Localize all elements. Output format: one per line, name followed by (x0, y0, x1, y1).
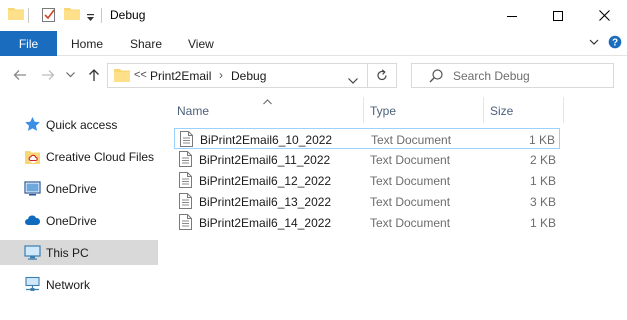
file-type: Text Document (370, 195, 451, 209)
file-row[interactable]: BiPrint2Email6_11_2022 Text Document 2 K… (174, 149, 560, 170)
network-icon (24, 276, 41, 293)
maximize-icon (553, 10, 563, 21)
computer-icon (24, 244, 41, 261)
column-header-size[interactable]: Size (490, 100, 560, 122)
maximize-button[interactable] (535, 0, 581, 31)
creative-cloud-folder-icon (24, 148, 41, 165)
column-header-name[interactable]: Name (177, 100, 363, 122)
file-type: Text Document (370, 216, 451, 230)
onedrive-cloud-icon (24, 212, 41, 229)
tab-view[interactable]: View (188, 31, 214, 56)
refresh-icon (377, 69, 387, 81)
ribbon-tabs: File Home Share View ? (0, 31, 627, 56)
title-separator (28, 8, 29, 23)
file-type: Text Document (370, 153, 451, 167)
nav-item-onedrive[interactable]: OneDrive (0, 208, 158, 233)
nav-item-this-pc[interactable]: This PC (0, 240, 158, 265)
text-document-icon (179, 172, 192, 188)
close-icon (598, 10, 610, 21)
help-icon[interactable]: ? (608, 35, 622, 52)
file-row[interactable]: BiPrint2Email6_10_2022 Text Document 1 K… (174, 128, 560, 149)
file-name: BiPrint2Email6_14_2022 (199, 216, 332, 230)
properties-checkmark-icon[interactable] (42, 7, 56, 25)
file-size: 1 KB (529, 216, 556, 230)
up-button[interactable] (86, 67, 102, 83)
file-size: 2 KB (529, 153, 556, 167)
new-folder-icon[interactable] (64, 7, 80, 23)
nav-item-onedrive-personal[interactable]: OneDrive (0, 176, 158, 201)
window-title: Debug (110, 8, 146, 22)
file-type: Text Document (370, 174, 451, 188)
back-arrow-icon (13, 70, 26, 80)
svg-text:?: ? (612, 38, 618, 49)
file-row[interactable]: BiPrint2Email6_12_2022 Text Document 1 K… (174, 170, 560, 191)
nav-item-network[interactable]: Network (0, 272, 158, 297)
chevron-down-icon (65, 72, 75, 78)
file-size: 1 KB (529, 174, 556, 188)
up-arrow-icon (89, 69, 99, 81)
address-bar[interactable]: << Print2Email › Debug (107, 63, 368, 88)
text-document-icon (179, 193, 192, 209)
column-divider[interactable] (363, 97, 364, 123)
file-name: BiPrint2Email6_12_2022 (199, 174, 332, 188)
address-history-chevron-icon[interactable] (348, 73, 358, 87)
file-name: BiPrint2Email6_11_2022 (199, 153, 331, 167)
text-document-icon (179, 214, 192, 230)
text-document-icon (179, 151, 192, 167)
back-button[interactable] (12, 67, 28, 83)
folder-icon (114, 68, 130, 85)
file-name: BiPrint2Email6_10_2022 (200, 133, 333, 147)
column-header-type[interactable]: Type (370, 100, 480, 122)
close-button[interactable] (581, 0, 627, 31)
minimize-icon (507, 15, 517, 17)
search-input[interactable]: Search Debug (453, 69, 530, 83)
title-separator (101, 8, 102, 23)
tab-home[interactable]: Home (71, 31, 103, 56)
onedrive-personal-icon (24, 180, 41, 197)
file-size: 1 KB (528, 133, 555, 147)
tab-file[interactable]: File (0, 31, 57, 56)
refresh-button[interactable] (368, 63, 397, 88)
customize-dropdown-icon[interactable] (86, 11, 95, 25)
address-overflow[interactable]: << (134, 69, 147, 81)
breadcrumb-print2email[interactable]: Print2Email (150, 69, 211, 83)
expand-ribbon-chevron-icon[interactable] (589, 36, 599, 50)
file-type: Text Document (371, 133, 452, 147)
breadcrumb-debug[interactable]: Debug (231, 69, 266, 83)
nav-item-quick-access[interactable]: Quick access (0, 112, 158, 137)
navigation-pane: Quick access Creative Cloud Files OneDri… (0, 94, 158, 320)
column-divider[interactable] (483, 97, 484, 123)
file-size: 3 KB (529, 195, 556, 209)
search-box[interactable]: Search Debug (411, 63, 614, 88)
folder-icon (8, 7, 24, 23)
file-row[interactable]: BiPrint2Email6_14_2022 Text Document 1 K… (174, 212, 560, 233)
title-bar: Debug (0, 0, 627, 31)
search-icon (429, 69, 443, 86)
recent-locations-button[interactable] (64, 67, 76, 83)
nav-item-creative-cloud[interactable]: Creative Cloud Files (0, 144, 158, 169)
tab-share[interactable]: Share (130, 31, 162, 56)
column-divider[interactable] (563, 97, 564, 123)
minimize-button[interactable] (489, 0, 535, 31)
star-icon (24, 116, 41, 133)
forward-arrow-icon (42, 70, 55, 80)
file-name: BiPrint2Email6_13_2022 (199, 195, 332, 209)
forward-button[interactable] (40, 67, 56, 83)
file-row[interactable]: BiPrint2Email6_13_2022 Text Document 3 K… (174, 191, 560, 212)
text-document-icon (180, 131, 193, 147)
breadcrumb-separator[interactable]: › (219, 68, 223, 82)
